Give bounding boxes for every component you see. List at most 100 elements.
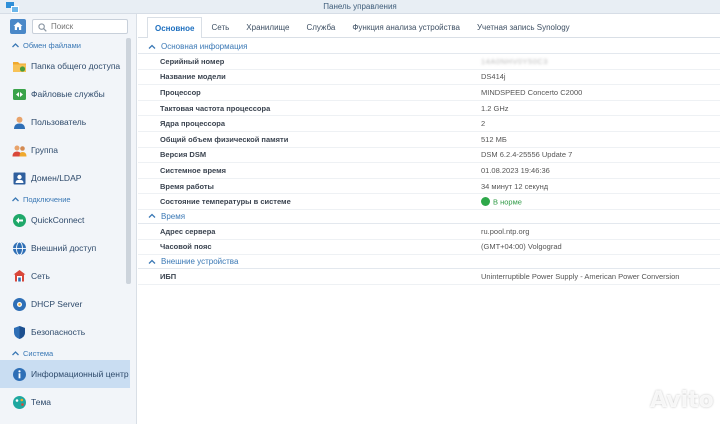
sidebar-item-info-center[interactable]: Информационный центр bbox=[0, 360, 130, 388]
row-value: 512 МБ bbox=[481, 134, 507, 144]
sidebar-item-label: Папка общего доступа bbox=[31, 60, 121, 71]
row-key: Часовой пояс bbox=[160, 242, 212, 252]
row-value: 14A0NHV0Y50C3 bbox=[481, 56, 548, 66]
row-key: Серийный номер bbox=[160, 56, 225, 66]
row-value: 01.08.2023 19:46:36 bbox=[481, 165, 550, 175]
chevron-up-icon bbox=[12, 42, 19, 47]
group-header-time[interactable]: Время bbox=[138, 210, 720, 224]
row-value: DS414j bbox=[481, 72, 506, 82]
sidebar-item-dhcp-server[interactable]: DHCP Server bbox=[0, 290, 130, 318]
search-icon bbox=[38, 23, 47, 32]
tab-general[interactable]: Основное bbox=[147, 17, 203, 38]
watermark-text: Avito bbox=[650, 388, 714, 413]
row-value: DSM 6.2.4-25556 Update 7 bbox=[481, 150, 573, 160]
sidebar-item-external-access[interactable]: Внешний доступ bbox=[0, 234, 130, 262]
shield-icon bbox=[14, 325, 25, 339]
sidebar-section-connectivity[interactable]: Подключение bbox=[0, 192, 130, 206]
group-icon bbox=[12, 145, 27, 156]
sidebar-item-quickconnect[interactable]: QuickConnect bbox=[0, 206, 130, 234]
row-key: Тактовая частота процессора bbox=[160, 103, 271, 113]
info-row-ups: ИБП Uninterruptible Power Supply - Americ… bbox=[138, 269, 720, 285]
row-value: 2 bbox=[481, 119, 486, 129]
row-key: Общий объем физической памяти bbox=[160, 134, 289, 144]
sidebar-item-theme[interactable]: Тема bbox=[0, 388, 130, 416]
home-icon bbox=[13, 22, 23, 30]
sidebar-item-label: Внешний доступ bbox=[31, 242, 97, 253]
sidebar-item-security[interactable]: Безопасность bbox=[0, 318, 130, 346]
info-row-cpu-clock: Тактовая частота процессора 1.2 GHz bbox=[138, 101, 720, 117]
sidebar-item-label: Файловые службы bbox=[31, 88, 105, 99]
network-icon bbox=[13, 269, 26, 281]
row-value: 1.2 GHz bbox=[481, 103, 509, 113]
row-key: Версия DSM bbox=[160, 150, 207, 160]
tab-network[interactable]: Сеть bbox=[203, 17, 237, 37]
chevron-up-icon bbox=[12, 196, 19, 201]
sidebar-section-label: Подключение bbox=[23, 194, 71, 204]
sidebar-section-system[interactable]: Система bbox=[0, 346, 130, 360]
chevron-up-icon bbox=[148, 44, 156, 49]
info-row-serial: Серийный номер 14A0NHV0Y50C3 bbox=[138, 54, 720, 70]
row-key: Название модели bbox=[160, 72, 226, 82]
status-ok-icon bbox=[481, 197, 490, 207]
quickconnect-icon bbox=[13, 213, 26, 227]
tab-device-analytics[interactable]: Функция анализа устройства bbox=[344, 17, 468, 37]
tab-bar: Основное Сеть Хранилище Служба Функция а… bbox=[138, 14, 720, 38]
chevron-up-icon bbox=[148, 259, 156, 264]
row-key: Время работы bbox=[160, 181, 214, 191]
tab-storage[interactable]: Хранилище bbox=[238, 17, 297, 37]
sidebar-scrollbar[interactable] bbox=[126, 38, 131, 284]
info-row-uptime: Время работы 34 минут 12 секунд bbox=[138, 179, 720, 195]
tab-synology-account[interactable]: Учетная запись Synology bbox=[469, 17, 578, 37]
status-text: В норме bbox=[493, 197, 522, 207]
main-panel: Основное Сеть Хранилище Служба Функция а… bbox=[138, 14, 720, 424]
info-row-system-time: Системное время 01.08.2023 19:46:36 bbox=[138, 163, 720, 179]
info-row-memory: Общий объем физической памяти 512 МБ bbox=[138, 132, 720, 148]
info-row-thermal-status: Состояние температуры в системе В норме bbox=[138, 194, 720, 210]
sidebar-item-label: Домен/LDAP bbox=[31, 172, 82, 183]
avito-logo-icon bbox=[613, 386, 643, 415]
sidebar-item-group[interactable]: Группа bbox=[0, 136, 130, 164]
sidebar-item-user[interactable]: Пользователь bbox=[0, 108, 130, 136]
group-header-basic-info[interactable]: Основная информация bbox=[138, 40, 720, 54]
info-row-dsm-version: Версия DSM DSM 6.2.4-25556 Update 7 bbox=[138, 148, 720, 164]
row-value: (GMT+04:00) Volgograd bbox=[481, 242, 562, 252]
sidebar-item-label: Пользователь bbox=[31, 116, 87, 127]
row-value: ru.pool.ntp.org bbox=[481, 226, 530, 236]
sidebar-item-shared-folder[interactable]: Папка общего доступа bbox=[0, 52, 130, 80]
domain-ldap-icon bbox=[13, 172, 26, 184]
sidebar-item-file-services[interactable]: Файловые службы bbox=[0, 80, 130, 108]
group-title: Внешние устройства bbox=[161, 257, 239, 267]
row-key: ИБП bbox=[160, 271, 177, 281]
sidebar: Обмен файлами Папка общего доступа Файло… bbox=[0, 14, 137, 424]
sidebar-item-label: Сеть bbox=[31, 270, 50, 281]
chevron-up-icon bbox=[12, 350, 19, 355]
sidebar-section-file-sharing[interactable]: Обмен файлами bbox=[0, 38, 130, 52]
folder-share-icon bbox=[13, 61, 26, 72]
info-row-model: Название модели DS414j bbox=[138, 70, 720, 86]
search-input[interactable] bbox=[51, 21, 125, 32]
row-key: Ядра процессора bbox=[160, 119, 226, 129]
sidebar-section-label: Обмен файлами bbox=[23, 40, 81, 50]
sidebar-item-label: Группа bbox=[31, 144, 58, 155]
search-box[interactable] bbox=[32, 19, 128, 34]
group-title: Основная информация bbox=[161, 42, 248, 51]
row-value: Uninterruptible Power Supply - American … bbox=[481, 271, 680, 281]
sidebar-nav: Обмен файлами Папка общего доступа Файло… bbox=[0, 38, 130, 416]
user-icon bbox=[14, 116, 25, 129]
sidebar-item-network[interactable]: Сеть bbox=[0, 262, 130, 290]
home-button[interactable] bbox=[10, 19, 26, 34]
row-key: Процессор bbox=[160, 87, 201, 97]
dhcp-server-icon bbox=[13, 297, 26, 311]
sidebar-item-label: QuickConnect bbox=[31, 214, 85, 225]
sidebar-item-label: Информационный центр bbox=[31, 368, 129, 379]
sidebar-item-label: DHCP Server bbox=[31, 298, 83, 309]
chevron-up-icon bbox=[148, 214, 156, 219]
info-content: Основная информация Серийный номер 14A0NH… bbox=[138, 40, 720, 285]
group-header-external-devices[interactable]: Внешние устройства bbox=[138, 255, 720, 270]
sidebar-item-domain-ldap[interactable]: Домен/LDAP bbox=[0, 164, 130, 192]
info-center-icon bbox=[13, 367, 26, 381]
info-row-cpu-cores: Ядра процессора 2 bbox=[138, 116, 720, 132]
tab-service[interactable]: Служба bbox=[298, 17, 343, 37]
sidebar-section-label: Система bbox=[23, 348, 54, 358]
avito-watermark: Avito bbox=[610, 385, 714, 417]
